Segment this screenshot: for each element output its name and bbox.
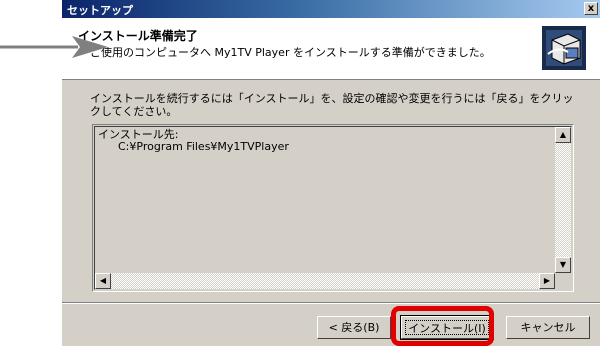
vertical-scrollbar[interactable]: ▲ ▼ (555, 127, 571, 273)
cancel-button[interactable]: キャンセル (506, 316, 590, 339)
window-title: セットアップ (67, 4, 133, 17)
scroll-down-icon[interactable]: ▼ (555, 257, 571, 273)
close-button[interactable]: x (584, 2, 598, 15)
wizard-header: インストール準備完了 ご使用のコンピュータへ My1TV Player をインス… (62, 18, 600, 80)
scroll-up-icon[interactable]: ▲ (555, 127, 571, 143)
horizontal-scrollbar[interactable]: ◀ ▶ (95, 273, 555, 289)
install-location-path: C:¥Program Files¥My1TVPlayer (118, 140, 289, 153)
install-highlight-box (391, 306, 494, 346)
footer-divider (62, 302, 600, 304)
setup-install-icon (542, 26, 586, 70)
instruction-text: インストールを続行するには「インストール」を、設定の確認や変更を行うには「戻る」… (90, 92, 574, 118)
page-subtitle: ご使用のコンピュータへ My1TV Player をインストールする準備ができま… (90, 46, 491, 59)
back-button[interactable]: < 戻る(B) (317, 316, 391, 339)
install-summary-box[interactable]: インストール先: C:¥Program Files¥My1TVPlayer ▲ … (92, 124, 574, 292)
title-bar[interactable]: セットアップ x (62, 0, 600, 18)
scroll-left-icon[interactable]: ◀ (95, 273, 111, 289)
scroll-right-icon[interactable]: ▶ (539, 273, 555, 289)
scrollbar-corner (555, 273, 571, 289)
setup-dialog: セットアップ x インストール準備完了 ご使用のコンピュータへ My1TV Pl… (62, 0, 600, 346)
annotation-arrow-icon (0, 36, 108, 58)
